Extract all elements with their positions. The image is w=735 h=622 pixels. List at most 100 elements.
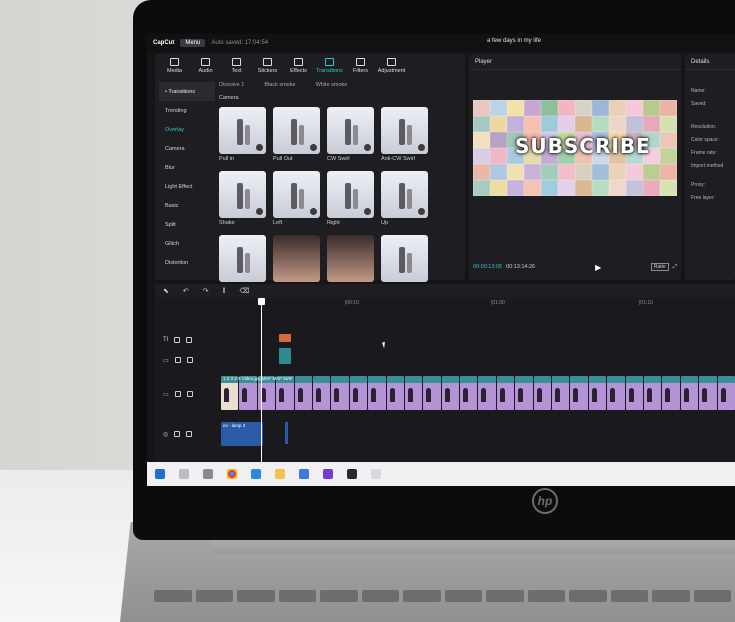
- text-clip[interactable]: [279, 334, 291, 342]
- download-icon[interactable]: [256, 144, 263, 151]
- lock-icon[interactable]: [174, 337, 181, 343]
- transition-tile[interactable]: [327, 235, 374, 282]
- sidebar-item-split[interactable]: Split: [159, 215, 215, 234]
- sidebar-item-light-effect[interactable]: Light Effect: [159, 177, 215, 196]
- video-clip[interactable]: [368, 376, 386, 410]
- edge-icon[interactable]: [251, 469, 261, 479]
- download-icon[interactable]: [418, 144, 425, 151]
- video-clip[interactable]: [312, 376, 331, 410]
- download-icon[interactable]: [364, 208, 371, 215]
- tool-adjustment[interactable]: Adjustment: [376, 54, 407, 78]
- tool-filters[interactable]: Filters: [345, 54, 376, 78]
- video-clip[interactable]: [276, 376, 294, 410]
- sidebar-item-transitions[interactable]: • Transitions: [159, 82, 215, 101]
- tab-black-smoke[interactable]: Black smoke: [264, 82, 295, 92]
- sticker-clip[interactable]: [279, 348, 291, 364]
- ratio-button[interactable]: Ratio: [650, 263, 669, 271]
- main-video-track[interactable]: [221, 376, 735, 410]
- video-clip[interactable]: [239, 376, 257, 410]
- video-clip[interactable]: [423, 376, 441, 410]
- video-clip[interactable]: [294, 376, 312, 410]
- video-clip[interactable]: [349, 376, 368, 410]
- transition-tile[interactable]: [219, 171, 266, 218]
- tool-text[interactable]: Text: [221, 54, 252, 78]
- lock-icon[interactable]: [174, 357, 181, 363]
- video-clip[interactable]: [331, 376, 349, 410]
- download-icon[interactable]: [364, 144, 371, 151]
- mute-icon[interactable]: [186, 391, 193, 397]
- lock-icon[interactable]: [174, 431, 181, 437]
- transition-tile[interactable]: [327, 107, 374, 154]
- app-icon[interactable]: [371, 469, 381, 479]
- video-clip[interactable]: [699, 376, 717, 410]
- tool-stickers[interactable]: Stickers: [252, 54, 283, 78]
- sidebar-item-blur[interactable]: Blur: [159, 158, 215, 177]
- store-icon[interactable]: [299, 469, 309, 479]
- tab-dissolve[interactable]: Dissolve 1: [219, 82, 244, 92]
- transition-tile[interactable]: [273, 235, 320, 282]
- transition-tile[interactable]: [273, 107, 320, 154]
- transition-tile[interactable]: [381, 171, 428, 218]
- capcut-taskbar-icon[interactable]: [347, 469, 357, 479]
- transition-tile[interactable]: [327, 171, 374, 218]
- video-clip[interactable]: [662, 376, 680, 410]
- sidebar-item-camera[interactable]: Camera: [159, 139, 215, 158]
- eye-icon[interactable]: [186, 357, 193, 363]
- transition-tile[interactable]: [219, 107, 266, 154]
- file-explorer-icon[interactable]: [275, 469, 285, 479]
- sidebar-item-basic[interactable]: Basic: [159, 196, 215, 215]
- fullscreen-icon[interactable]: ⤢: [673, 264, 677, 271]
- split-icon[interactable]: ‖: [223, 288, 226, 295]
- windows-start-icon[interactable]: [155, 469, 165, 479]
- eye-icon[interactable]: [186, 337, 193, 343]
- mute-icon[interactable]: [186, 431, 193, 437]
- redo-icon[interactable]: ↷: [203, 287, 209, 295]
- timeline-ruler[interactable]: |00:10 |01:00 |01:10: [221, 298, 735, 308]
- download-icon[interactable]: [418, 208, 425, 215]
- sidebar-item-overlay[interactable]: Overlay: [159, 120, 215, 139]
- transition-tile[interactable]: [381, 235, 428, 282]
- video-preview[interactable]: SUBSCRIBE: [473, 100, 677, 196]
- video-clip[interactable]: [515, 376, 533, 410]
- lock-icon[interactable]: [174, 391, 181, 397]
- video-clip[interactable]: [570, 376, 588, 410]
- chrome-icon[interactable]: [227, 469, 237, 479]
- download-icon[interactable]: [256, 208, 263, 215]
- video-clip[interactable]: [680, 376, 699, 410]
- sidebar-item-distortion[interactable]: Distortion: [159, 253, 215, 272]
- video-clip[interactable]: [717, 376, 735, 410]
- play-icon[interactable]: ▶: [595, 263, 601, 272]
- video-clip[interactable]: [221, 376, 239, 410]
- transition-tile[interactable]: [219, 235, 266, 282]
- video-clip[interactable]: [588, 376, 607, 410]
- video-clip[interactable]: [607, 376, 625, 410]
- tool-media[interactable]: Media: [159, 54, 190, 78]
- video-clip[interactable]: [404, 376, 423, 410]
- menu-button[interactable]: Menu: [180, 39, 206, 47]
- tab-white-smoke[interactable]: White smoke: [316, 82, 348, 92]
- video-clip[interactable]: [643, 376, 662, 410]
- video-clip[interactable]: [386, 376, 404, 410]
- download-icon[interactable]: [310, 144, 317, 151]
- video-clip[interactable]: [460, 376, 478, 410]
- video-clip[interactable]: [496, 376, 515, 410]
- sidebar-item-glitch[interactable]: Glitch: [159, 234, 215, 253]
- download-icon[interactable]: [310, 208, 317, 215]
- video-clip[interactable]: [478, 376, 496, 410]
- transition-tile[interactable]: [273, 171, 320, 218]
- tool-audio[interactable]: Audio: [190, 54, 221, 78]
- onenote-icon[interactable]: [323, 469, 333, 479]
- undo-icon[interactable]: ↶: [183, 287, 189, 295]
- audio-marker[interactable]: [285, 422, 288, 444]
- task-view-icon[interactable]: [203, 469, 213, 479]
- transition-tile[interactable]: [381, 107, 428, 154]
- video-clip[interactable]: [533, 376, 552, 410]
- sidebar-item-trending[interactable]: Trending: [159, 101, 215, 120]
- search-icon[interactable]: [179, 469, 189, 479]
- video-clip[interactable]: [441, 376, 460, 410]
- tool-effects[interactable]: Effects: [283, 54, 314, 78]
- tool-transitions[interactable]: Transitions: [314, 54, 345, 78]
- delete-icon[interactable]: ⌫: [240, 287, 250, 295]
- select-tool-icon[interactable]: ⬉: [163, 287, 169, 295]
- video-clip[interactable]: [552, 376, 570, 410]
